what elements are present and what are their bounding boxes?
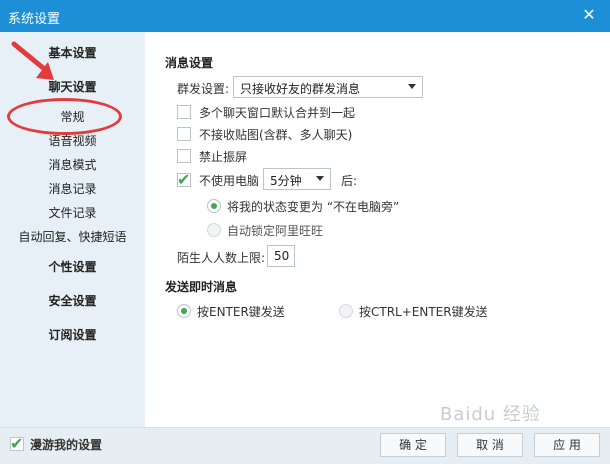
no-paste-checkbox[interactable] bbox=[177, 127, 191, 141]
annotation-arrow-icon bbox=[11, 41, 54, 80]
merge-windows-label: 多个聊天窗口默认合并到一起 bbox=[199, 106, 356, 120]
send-enter-radio[interactable] bbox=[177, 304, 191, 318]
send-ctrl-enter-radio[interactable] bbox=[339, 304, 353, 318]
sidebar-item-personal[interactable]: 个性设置 bbox=[0, 258, 145, 275]
auto-lock-radio[interactable] bbox=[207, 223, 221, 237]
roaming-checkbox[interactable]: ✔ bbox=[10, 434, 24, 453]
status-away-label: 将我的状态变更为 “不在电脑旁” bbox=[227, 200, 400, 214]
sidebar-item-auto-reply[interactable]: 自动回复、快捷短语 bbox=[0, 228, 145, 245]
merge-windows-checkbox[interactable] bbox=[177, 105, 191, 119]
group-send-select[interactable]: 只接收好友的群发消息 bbox=[233, 76, 423, 98]
sidebar-item-general[interactable]: 常规 bbox=[0, 108, 145, 125]
send-enter-label: 按ENTER键发送 bbox=[197, 305, 285, 319]
ok-button[interactable]: 确 定 bbox=[380, 433, 446, 457]
chevron-down-icon bbox=[316, 176, 324, 181]
idle-time-select[interactable]: 5分钟 bbox=[263, 168, 331, 190]
close-icon[interactable]: ✕ bbox=[578, 4, 600, 26]
group-send-value: 只接收好友的群发消息 bbox=[240, 82, 361, 96]
group-send-label: 群发设置: bbox=[177, 82, 230, 96]
auto-lock-label: 自动锁定阿里旺旺 bbox=[227, 224, 324, 238]
sidebar-item-security[interactable]: 安全设置 bbox=[0, 292, 145, 309]
window-title: 系统设置 bbox=[8, 12, 61, 27]
chevron-down-icon bbox=[408, 84, 416, 89]
checkmark-icon: ✔ bbox=[177, 170, 191, 189]
sidebar-item-file-history[interactable]: 文件记录 bbox=[0, 204, 145, 221]
no-paste-label: 不接收贴图(含群、多人聊天) bbox=[199, 128, 353, 142]
sidebar-item-subscription[interactable]: 订阅设置 bbox=[0, 326, 145, 343]
idle-checkbox[interactable]: ✔ bbox=[177, 170, 191, 189]
status-away-radio[interactable] bbox=[207, 199, 221, 213]
stranger-limit-label: 陌生人人数上限: bbox=[177, 251, 266, 265]
apply-button[interactable]: 应 用 bbox=[534, 433, 600, 457]
cancel-button[interactable]: 取 消 bbox=[457, 433, 523, 457]
sidebar-item-voice-video[interactable]: 语音视频 bbox=[0, 132, 145, 149]
sidebar-item-message-history[interactable]: 消息记录 bbox=[0, 180, 145, 197]
watermark: Baidu 经验 bbox=[440, 404, 541, 425]
no-shake-checkbox[interactable] bbox=[177, 149, 191, 163]
title-bar: 系统设置 ✕ bbox=[0, 0, 610, 32]
sidebar: 基本设置 聊天设置 常规 语音视频 消息模式 消息记录 文件记录 自动回复、快捷… bbox=[0, 32, 145, 427]
idle-suffix-label: 后: bbox=[341, 174, 358, 188]
send-ctrl-enter-label: 按CTRL+ENTER键发送 bbox=[359, 305, 488, 319]
sidebar-item-message-mode[interactable]: 消息模式 bbox=[0, 156, 145, 173]
idle-label: 不使用电脑 bbox=[199, 174, 260, 188]
checkmark-icon: ✔ bbox=[10, 434, 24, 453]
no-shake-label: 禁止振屏 bbox=[199, 150, 248, 164]
section-title-send: 发送即时消息 bbox=[165, 280, 238, 294]
roaming-label: 漫游我的设置 bbox=[30, 438, 103, 452]
stranger-limit-input[interactable]: 50 bbox=[267, 245, 295, 267]
idle-time-value: 5分钟 bbox=[270, 174, 302, 188]
section-title-message: 消息设置 bbox=[165, 56, 214, 70]
settings-panel: 消息设置 群发设置: 只接收好友的群发消息 多个聊天窗口默认合并到一起 不接收贴… bbox=[145, 32, 610, 427]
